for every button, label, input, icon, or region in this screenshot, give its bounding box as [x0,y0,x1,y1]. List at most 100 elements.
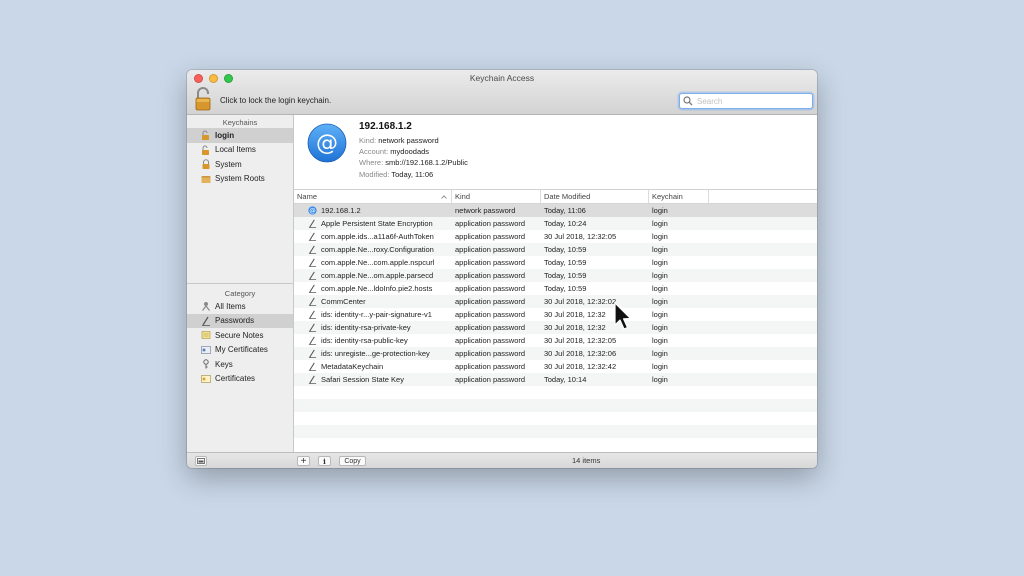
column-header-keychain[interactable]: Keychain [649,190,709,203]
cell-keychain: login [652,245,668,254]
item-name: ids: identity-rsa-public-key [321,336,408,345]
copy-button[interactable]: Copy [339,456,366,466]
cell-keychain: login [652,336,668,345]
get-info-button[interactable]: i [318,456,331,466]
cell-keychain: login [652,362,668,371]
item-name: Safari Session State Key [321,375,404,384]
sidebar-item-label: Keys [215,359,233,369]
application-password-icon [308,362,317,371]
toolbar: Keychain Access Click to lock the login … [187,70,817,115]
info-icon: i [323,456,326,466]
sort-ascending-icon [441,195,447,199]
table-row[interactable]: com.apple.ids...a11a6f-AuthToken applicat… [294,230,817,243]
sidebar-item-all-items[interactable]: All Items [187,299,293,314]
sidebar-item-local-items[interactable]: Local Items [187,143,293,158]
application-password-icon [308,310,317,319]
sidebar-item-label: Secure Notes [215,330,264,340]
cell-kind: application password [455,219,526,228]
column-header-kind[interactable]: Kind [452,190,541,203]
cell-name: MetadataKeychain [294,362,452,371]
open-lock-icon [202,145,209,155]
empty-row [294,386,817,399]
cell-name: CommCenter [294,297,452,306]
category-section: Category All Items Passwords Secure Note… [187,286,293,386]
empty-row [294,399,817,412]
cell-date-modified: Today, 10:59 [544,245,587,254]
cell-name: com.apple.Ne...roxy.Configuration [294,245,452,254]
table-row[interactable]: com.apple.Ne...om.apple.parsecd applicati… [294,269,817,282]
cell-kind: application password [455,245,526,254]
table-row[interactable]: ids: unregiste...ge-protection-key applic… [294,347,817,360]
cell-kind: application password [455,323,526,332]
item-name: Apple Persistent State Encryption [321,219,433,228]
search-field[interactable] [679,93,813,109]
network-at-sign-icon: @ [307,123,347,163]
column-header-name[interactable]: Name [294,190,452,203]
detail-where-value: smb://192.168.1.2/Public [385,158,468,167]
cell-date-modified: 30 Jul 2018, 12:32:42 [544,362,617,371]
column-header-label: Name [297,192,318,201]
cell-date-modified: Today, 10:59 [544,284,587,293]
cell-kind: network password [455,206,516,215]
sidebar-item-system[interactable]: System [187,157,293,172]
cell-kind: application password [455,310,526,319]
items-table-body: @192.168.1.2 network password Today, 11:06… [294,204,817,438]
cell-date-modified: Today, 10:59 [544,258,587,267]
table-row[interactable]: MetadataKeychain application password 30 J… [294,360,817,373]
table-row[interactable]: CommCenter application password 30 Jul 201… [294,295,817,308]
cell-kind: application password [455,232,526,241]
plus-icon: + [300,455,307,467]
note-icon [201,331,211,340]
search-input[interactable] [697,95,807,107]
show-keychains-button[interactable] [195,456,207,466]
table-row[interactable]: Safari Session State Key application pass… [294,373,817,386]
table-row[interactable]: @192.168.1.2 network password Today, 11:06… [294,204,817,217]
detail-kind-label: Kind: [359,136,377,145]
detail-account-value: mydoodads [390,147,430,156]
detail-account: Account: mydoodads [359,147,429,156]
item-count: 14 items [572,456,601,465]
column-header-label: Kind [455,192,471,201]
table-row[interactable]: com.apple.Ne...ldoInfo.pie2.hosts applica… [294,282,817,295]
item-name: com.apple.Ne...om.apple.parsecd [321,271,434,280]
cell-keychain: login [652,349,668,358]
table-row[interactable]: Apple Persistent State Encryption applica… [294,217,817,230]
item-name: MetadataKeychain [321,362,384,371]
column-header-date-modified[interactable]: Date Modified [541,190,649,203]
folder-icon [201,175,211,183]
lock-icon [202,159,210,170]
unlocked-padlock-icon[interactable] [195,87,211,111]
item-name: com.apple.Ne...com.apple.nspcurl [321,258,435,267]
sidebar-toggle-icon [197,458,205,464]
sidebar-item-passwords[interactable]: Passwords [187,313,293,328]
table-row[interactable]: ids: identity-r...y-pair-signature-v1 app… [294,308,817,321]
application-password-icon [308,375,317,384]
item-name: 192.168.1.2 [321,206,361,215]
application-password-icon [308,232,317,241]
add-item-button[interactable]: + [297,455,310,467]
cell-date-modified: Today, 11:06 [544,206,586,215]
cell-kind: application password [455,349,526,358]
cell-keychain: login [652,219,668,228]
table-row[interactable]: ids: identity-rsa-public-key application … [294,334,817,347]
item-detail-panel: @ 192.168.1.2 Kind: network password Acc… [294,115,817,190]
cell-name: ids: unregiste...ge-protection-key [294,349,452,358]
sidebar-item-secure-notes[interactable]: Secure Notes [187,328,293,343]
keychain-access-window: Keychain Access Click to lock the login … [187,70,817,468]
table-row[interactable]: com.apple.Ne...com.apple.nspcurl applicat… [294,256,817,269]
table-row[interactable]: com.apple.Ne...roxy.Configuration applica… [294,243,817,256]
detail-kind-value: network password [378,136,439,145]
application-password-icon [308,297,317,306]
network-password-icon: @ [308,206,317,215]
detail-modified-value: Today, 11:06 [391,170,434,179]
cell-keychain: login [652,271,668,280]
sidebar-item-system-roots[interactable]: System Roots [187,172,293,187]
item-name: CommCenter [321,297,366,306]
cell-date-modified: Today, 10:59 [544,271,587,280]
detail-item-name: 192.168.1.2 [359,121,412,132]
sidebar-item-certificates[interactable]: Certificates [187,372,293,387]
sidebar-item-keys[interactable]: Keys [187,357,293,372]
sidebar-item-my-certificates[interactable]: My Certificates [187,343,293,358]
table-row[interactable]: ids: identity-rsa-private-key application… [294,321,817,334]
sidebar-item-login[interactable]: login [187,128,293,143]
